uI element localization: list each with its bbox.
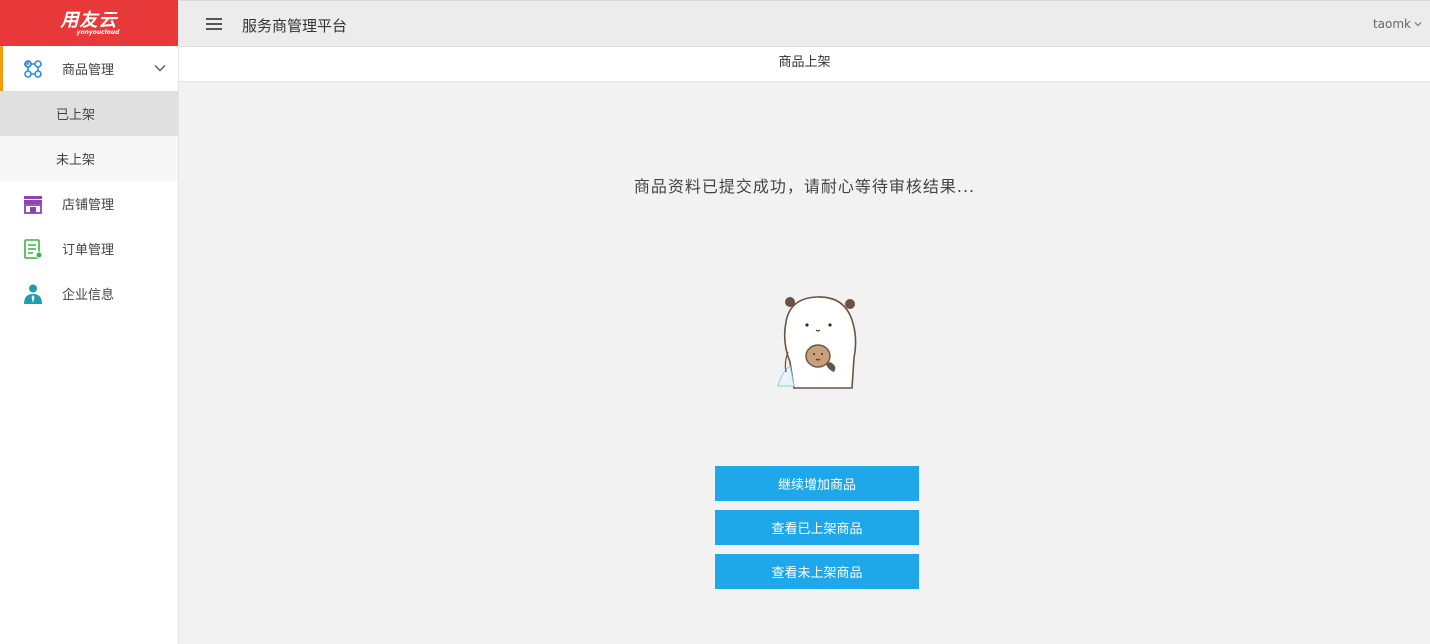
sidebar-subitem-listed[interactable]: 已上架 [0, 91, 178, 136]
tab-bar: 商品上架 [179, 47, 1430, 82]
sidebar-item-store-management[interactable]: 店铺管理 [0, 181, 178, 226]
user-menu[interactable]: taomk [1373, 17, 1422, 31]
sidebar-item-product-management[interactable]: 商品管理 [0, 46, 178, 91]
platform-title: 服务商管理平台 [242, 17, 348, 35]
sidebar-item-company-info[interactable]: 企业信息 [0, 271, 178, 316]
top-header: 服务商管理平台 taomk [179, 0, 1430, 47]
logo-text: 用友云 [60, 9, 118, 31]
view-unlisted-products-button[interactable]: 查看未上架商品 [715, 554, 919, 589]
sidebar-item-label: 企业信息 [62, 288, 115, 303]
sidebar-item-label: 商品管理 [62, 63, 115, 78]
order-list-icon [22, 238, 44, 260]
sidebar-item-order-management[interactable]: 订单管理 [0, 226, 178, 271]
person-icon [22, 283, 44, 305]
hamburger-menu-icon[interactable] [206, 18, 222, 31]
grid-icon [22, 58, 44, 80]
bear-mascot-illustration [777, 296, 857, 389]
brand-logo[interactable]: 用友云 yonyoucloud [0, 0, 178, 46]
sidebar-item-label: 店铺管理 [62, 198, 115, 213]
view-listed-products-button[interactable]: 查看已上架商品 [715, 510, 919, 545]
sidebar: 用友云 yonyoucloud 商品管理 已上架 未上架 店铺管理 订单管理 企… [0, 0, 179, 644]
sidebar-subitem-unlisted[interactable]: 未上架 [0, 136, 178, 181]
tab-product-listing[interactable]: 商品上架 [778, 47, 830, 79]
submission-success-message: 商品资料已提交成功，请耐心等待审核结果... [633, 177, 976, 196]
store-icon [22, 193, 44, 215]
username: taomk [1372, 17, 1411, 31]
continue-add-product-button[interactable]: 继续增加商品 [715, 466, 919, 501]
chevron-down-icon [154, 65, 166, 72]
chevron-down-icon [1414, 22, 1422, 27]
logo-subtext: yonyoucloud [76, 28, 120, 36]
sidebar-item-label: 订单管理 [62, 243, 115, 258]
